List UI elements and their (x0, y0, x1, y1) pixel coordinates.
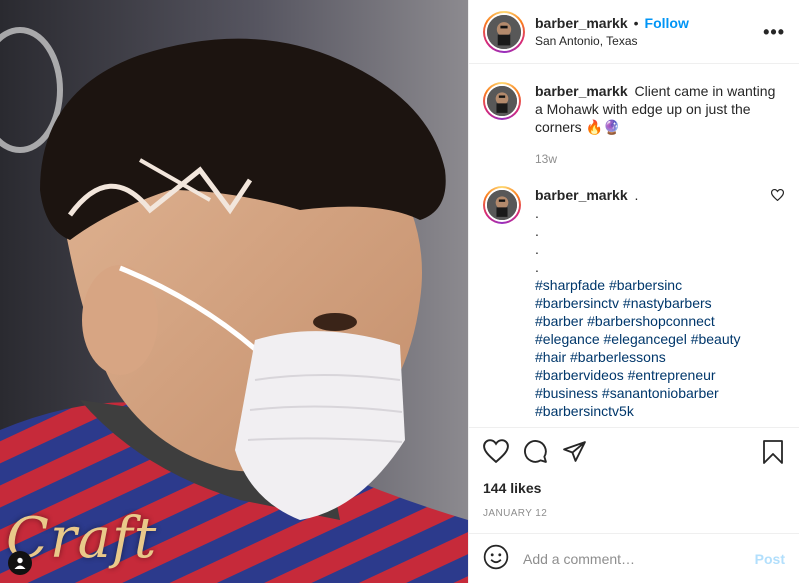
caption: barber_markk Client came in wanting a Mo… (483, 82, 785, 168)
comment-icon[interactable] (523, 439, 548, 467)
comment-input[interactable] (523, 550, 755, 567)
comment-dots: . . . . (535, 204, 765, 276)
caption-timestamp[interactable]: 13w (535, 150, 785, 168)
comments-section: barber_markk Client came in wanting a Mo… (469, 64, 799, 427)
comment-item: barber_markk . . . . . #sharpfade #barbe… (483, 186, 785, 420)
header-username[interactable]: barber_markk (535, 15, 628, 31)
user-tag-icon[interactable] (8, 551, 32, 575)
emoji-icon[interactable] (483, 544, 509, 573)
add-comment-bar: Post (469, 533, 799, 583)
post-header: barber_markk • Follow San Antonio, Texas… (469, 0, 799, 64)
dot-line: . (535, 223, 539, 239)
hashtag-line[interactable]: #barbersinctv5k (535, 402, 765, 420)
share-icon[interactable] (562, 439, 587, 467)
comment-text: . (634, 187, 639, 203)
post-location[interactable]: San Antonio, Texas (535, 34, 763, 48)
hashtag-line[interactable]: #business #sanantoniobarber (535, 384, 765, 402)
follow-button[interactable]: Follow (645, 15, 689, 31)
hashtag-line[interactable]: #elegance #elegancegel #beauty (535, 330, 765, 348)
hashtag-line[interactable]: #barbersinctv #nastybarbers (535, 294, 765, 312)
hashtag-line[interactable]: #sharpfade #barbersinc (535, 276, 765, 294)
comment-username[interactable]: barber_markk (535, 187, 628, 203)
post-actions: 144 likes JANUARY 12 (469, 427, 799, 533)
post-date[interactable]: JANUARY 12 (483, 508, 785, 533)
avatar[interactable] (483, 186, 521, 224)
post-photo[interactable]: Craft (0, 0, 468, 583)
dot-line: . (535, 205, 539, 221)
dot-line: . (535, 241, 539, 257)
caption-username[interactable]: barber_markk (535, 83, 628, 99)
hashtag-line[interactable]: #barbervideos #entrepreneur (535, 366, 765, 384)
hashtag-line[interactable]: #hair #barberlessons (535, 348, 765, 366)
likes-count[interactable]: 144 likes (483, 480, 785, 496)
more-options-icon[interactable]: ••• (763, 23, 785, 41)
header-text: barber_markk • Follow San Antonio, Texas (535, 15, 763, 48)
instagram-post: Craft barber_markk • Follow San Antonio,… (0, 0, 799, 583)
comment-like-heart-icon[interactable] (770, 188, 785, 204)
heart-icon[interactable] (483, 439, 509, 467)
dot-line: . (535, 259, 539, 275)
post-comment-button[interactable]: Post (755, 551, 785, 567)
post-side-panel: barber_markk • Follow San Antonio, Texas… (468, 0, 799, 583)
haircut-photo-illustration (0, 0, 468, 583)
avatar[interactable] (483, 10, 525, 53)
avatar[interactable] (483, 82, 521, 120)
separator-dot: • (633, 15, 639, 31)
bookmark-icon[interactable] (761, 439, 785, 468)
hashtag-line[interactable]: #barber #barbershopconnect (535, 312, 765, 330)
